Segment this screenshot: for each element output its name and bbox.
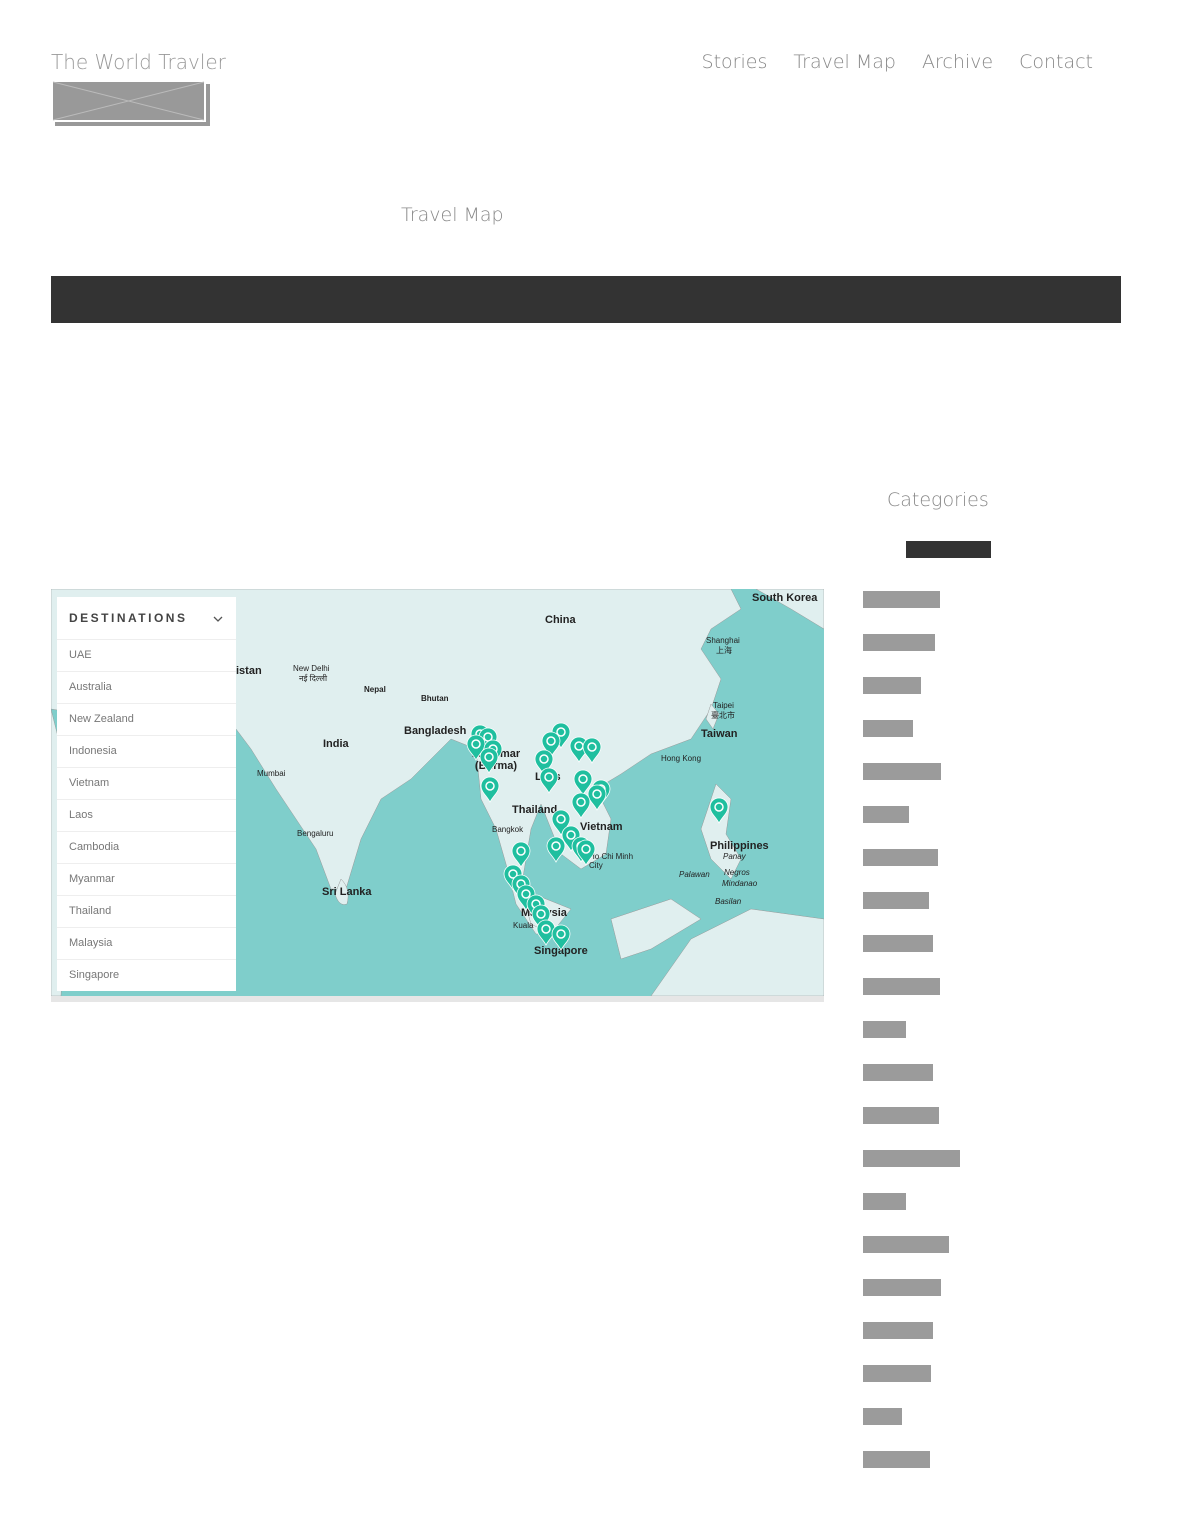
page-title: Travel Map [401, 204, 504, 226]
category-link[interactable] [863, 935, 933, 952]
map-pin-icon[interactable] [511, 841, 531, 868]
map-pin-icon[interactable] [709, 797, 729, 824]
destination-item[interactable]: New Zealand [57, 704, 236, 736]
category-link[interactable] [863, 1021, 906, 1038]
destination-item[interactable]: UAE [57, 640, 236, 672]
destination-item[interactable]: Cambodia [57, 832, 236, 864]
destination-item[interactable]: Malaysia [57, 928, 236, 960]
category-link[interactable] [863, 1322, 933, 1339]
map-pin-icon[interactable] [571, 792, 591, 819]
category-link[interactable] [863, 1279, 941, 1296]
nav-travel-map[interactable]: Travel Map [793, 51, 896, 73]
map-pin-icon[interactable] [480, 776, 500, 803]
destinations-dropdown[interactable]: DESTINATIONS [57, 597, 236, 640]
map-pin-icon[interactable] [576, 839, 596, 866]
category-link[interactable] [863, 1451, 930, 1468]
category-link[interactable] [863, 849, 938, 866]
category-link[interactable] [863, 720, 913, 737]
map-pin-icon[interactable] [546, 836, 566, 863]
destination-item[interactable]: Myanmar [57, 864, 236, 896]
destinations-header: DESTINATIONS [69, 611, 188, 625]
map-pin-icon[interactable] [479, 747, 499, 774]
destination-item[interactable]: Australia [57, 672, 236, 704]
nav-contact[interactable]: Contact [1019, 51, 1093, 73]
site-title[interactable]: The World Travler [51, 50, 226, 74]
destination-item[interactable]: Indonesia [57, 736, 236, 768]
travel-map[interactable]: China South Korea Shanghai 上海 istan New … [51, 589, 824, 996]
chevron-down-icon [213, 611, 223, 625]
category-link[interactable] [863, 1236, 949, 1253]
category-link[interactable] [863, 892, 929, 909]
categories-underline [906, 541, 991, 558]
nav-stories[interactable]: Stories [702, 51, 768, 73]
destinations-panel: DESTINATIONS UAE Australia New Zealand Indo… [57, 597, 236, 991]
category-link[interactable] [863, 1150, 960, 1167]
category-link[interactable] [863, 806, 909, 823]
main-nav: Stories Travel Map Archive Contact [702, 51, 1093, 73]
destination-item[interactable]: Thailand [57, 896, 236, 928]
destination-item[interactable]: Singapore [57, 960, 236, 991]
categories-title: Categories [887, 489, 989, 511]
category-link[interactable] [863, 1365, 931, 1382]
logo-placeholder-image[interactable] [51, 80, 210, 126]
map-pin-icon[interactable] [582, 737, 602, 764]
destination-item[interactable]: Laos [57, 800, 236, 832]
category-link[interactable] [863, 1193, 906, 1210]
map-footer-strip [51, 996, 824, 1002]
destination-item[interactable]: Vietnam [57, 768, 236, 800]
category-link[interactable] [863, 1064, 933, 1081]
category-link[interactable] [863, 634, 935, 651]
category-link[interactable] [863, 591, 940, 608]
nav-archive[interactable]: Archive [922, 51, 993, 73]
category-link[interactable] [863, 763, 941, 780]
header-banner [51, 276, 1121, 323]
category-link[interactable] [863, 1408, 902, 1425]
category-link[interactable] [863, 1107, 939, 1124]
map-pin-icon[interactable] [539, 767, 559, 794]
map-pin-icon[interactable] [587, 784, 607, 811]
category-link[interactable] [863, 978, 940, 995]
map-pin-icon[interactable] [551, 924, 571, 951]
category-link[interactable] [863, 677, 921, 694]
